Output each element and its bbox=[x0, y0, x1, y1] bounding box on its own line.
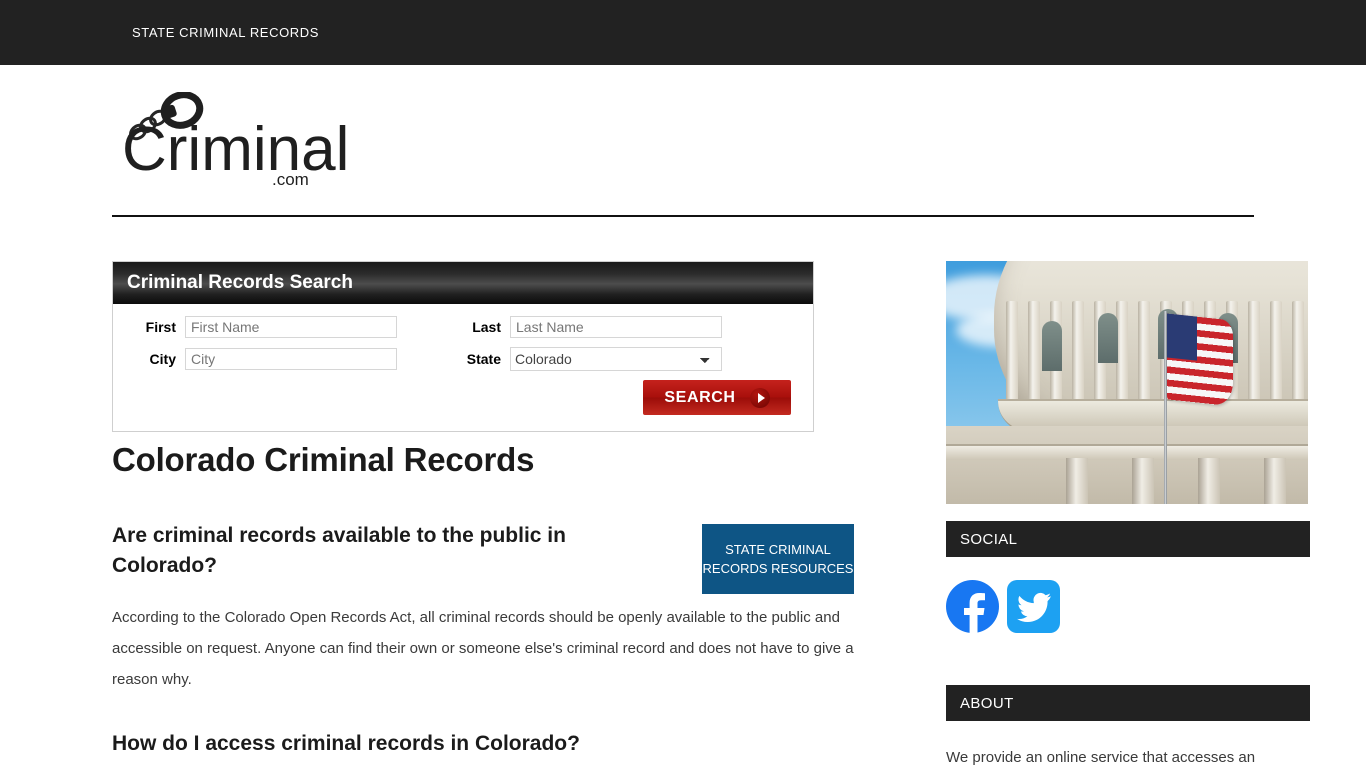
section-heading-2: How do I access criminal records in Colo… bbox=[112, 731, 580, 755]
last-name-label: Last bbox=[472, 319, 501, 335]
page-title: Colorado Criminal Records bbox=[112, 441, 535, 478]
criminal-records-search-form: Criminal Records Search First Last bbox=[112, 261, 814, 432]
american-flag-icon bbox=[1167, 313, 1233, 407]
facebook-f-glyph bbox=[963, 593, 985, 633]
heading-with-resources-row: Are criminal records available to the pu… bbox=[112, 521, 872, 594]
city-label: City bbox=[149, 351, 176, 367]
social-links bbox=[946, 580, 1310, 633]
state-criminal-records-resources-button[interactable]: STATE CRIMINAL RECORDS RESOURCES bbox=[702, 524, 854, 594]
svg-text:.com: .com bbox=[272, 170, 309, 188]
top-navigation-bar: STATE CRIMINAL RECORDS bbox=[0, 0, 1366, 65]
column bbox=[1248, 301, 1260, 405]
svg-text:Criminal: Criminal bbox=[122, 115, 349, 184]
sidebar-about-heading: ABOUT bbox=[946, 685, 1310, 721]
first-name-field-group: First bbox=[127, 316, 397, 338]
column bbox=[1006, 301, 1018, 405]
facebook-icon[interactable] bbox=[946, 580, 999, 633]
base-pillar bbox=[1264, 458, 1286, 504]
city-field-group: City bbox=[127, 348, 397, 370]
criminal-logo-icon: Criminal .com bbox=[122, 92, 349, 188]
column bbox=[1138, 301, 1150, 405]
section-heading-1: Are criminal records available to the pu… bbox=[112, 524, 566, 578]
twitter-bird-glyph bbox=[1016, 592, 1051, 622]
search-form-title: Criminal Records Search bbox=[127, 272, 353, 293]
nav-link-state-criminal-records[interactable]: STATE CRIMINAL RECORDS bbox=[132, 25, 319, 40]
search-form-row-1: First Last bbox=[127, 316, 799, 338]
main-content: Criminal Records Search First Last bbox=[112, 261, 872, 768]
last-name-input[interactable] bbox=[510, 316, 722, 338]
arrow-right-icon bbox=[749, 387, 770, 408]
search-button-label: SEARCH bbox=[664, 388, 736, 406]
site-header: Criminal .com bbox=[0, 65, 1366, 215]
capitol-hero-image bbox=[946, 261, 1308, 504]
search-button[interactable]: SEARCH bbox=[643, 380, 791, 415]
column bbox=[1270, 301, 1282, 405]
search-button-row: SEARCH bbox=[127, 380, 799, 415]
first-name-label: First bbox=[145, 319, 176, 335]
twitter-icon[interactable] bbox=[1007, 580, 1060, 633]
state-field-group: State Colorado bbox=[443, 347, 722, 371]
paragraph-1: According to the Colorado Open Records A… bbox=[112, 608, 854, 688]
column bbox=[1292, 301, 1304, 405]
column bbox=[1072, 301, 1084, 405]
flag-canton bbox=[1167, 313, 1197, 361]
site-logo[interactable]: Criminal .com bbox=[112, 92, 372, 188]
search-form-body: First Last City Sta bbox=[113, 304, 813, 431]
search-form-row-2: City State Colorado bbox=[127, 347, 799, 371]
state-select[interactable]: Colorado bbox=[510, 347, 722, 371]
base-pillar bbox=[1132, 458, 1154, 504]
base-pillar bbox=[1066, 458, 1088, 504]
base-pillar bbox=[1198, 458, 1220, 504]
page-container: Criminal Records Search First Last bbox=[0, 261, 1366, 768]
search-form-header: Criminal Records Search bbox=[113, 262, 813, 304]
column bbox=[1028, 301, 1040, 405]
header-divider bbox=[112, 215, 1254, 217]
capitol-base bbox=[946, 426, 1308, 504]
state-label: State bbox=[466, 351, 501, 367]
sidebar: SOCIAL ABOUT We provide an online servic… bbox=[946, 261, 1310, 768]
sidebar-about-text: We provide an online service that access… bbox=[946, 749, 1256, 766]
city-input[interactable] bbox=[185, 348, 397, 370]
dome-window bbox=[1042, 321, 1062, 371]
dome-window bbox=[1098, 313, 1118, 363]
capitol-cornice bbox=[946, 444, 1308, 460]
last-name-field-group: Last bbox=[443, 316, 722, 338]
sidebar-social-heading: SOCIAL bbox=[946, 521, 1310, 557]
first-name-input[interactable] bbox=[185, 316, 397, 338]
